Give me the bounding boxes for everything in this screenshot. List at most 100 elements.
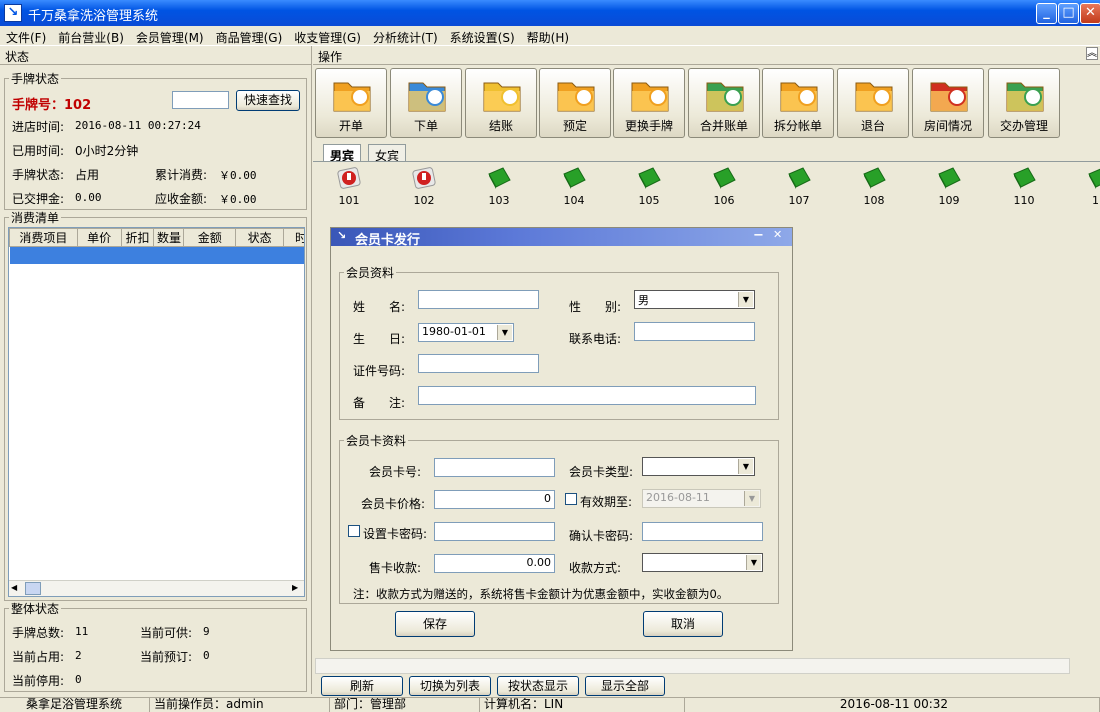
consume-table-grid: 消费项目 单价 折扣 数量 金额 状态 时	[9, 228, 304, 264]
tool-label: 拆分帐单	[773, 119, 822, 133]
dialog-title-bar[interactable]: ↘ 会员卡发行 − ✕	[331, 228, 792, 248]
tool-button-3[interactable]: 预定	[539, 68, 611, 138]
tab-male[interactable]: 男宾	[323, 144, 362, 163]
status-bar: 桑拿足浴管理系统 当前操作员：admin 部门：管理部 计算机名：LIN 201…	[0, 697, 1100, 712]
refresh-button[interactable]: 刷新	[321, 676, 403, 696]
show-by-status-button[interactable]: 按状态显示	[497, 676, 579, 696]
clock-order-icon	[405, 73, 449, 115]
room-number: 107	[788, 194, 810, 207]
tool-label: 交办管理	[999, 119, 1048, 133]
col-time[interactable]: 时	[283, 228, 304, 247]
col-amount[interactable]: 金额	[183, 228, 237, 247]
received-input[interactable]: 0.00	[434, 554, 555, 573]
menu-settings[interactable]: 系统设置(S)	[444, 26, 521, 45]
dialog-close-button[interactable]: ✕	[773, 228, 782, 241]
card-price-input[interactable]: 0	[434, 490, 555, 509]
menu-member[interactable]: 会员管理(M)	[130, 26, 210, 45]
room-102[interactable]: 102	[404, 166, 444, 207]
id-number-input[interactable]	[418, 354, 539, 373]
col-qty[interactable]: 数量	[153, 228, 185, 247]
menu-statistics[interactable]: 分析统计(T)	[367, 26, 444, 45]
chevron-down-icon[interactable]: ▼	[744, 491, 759, 506]
checkout-icon	[480, 73, 524, 115]
menu-help[interactable]: 帮助(H)	[521, 26, 575, 45]
card-no-input[interactable]	[434, 458, 555, 477]
status-computer: 计算机名：LIN	[480, 698, 685, 712]
table-row-selected[interactable]	[9, 246, 304, 264]
set-password-input[interactable]	[434, 522, 555, 541]
scroll-right-icon[interactable]: ▶	[292, 583, 298, 592]
free-tag-icon	[786, 166, 812, 190]
expiry-picker[interactable]: 2016-08-11 ▼	[642, 489, 761, 508]
tool-button-2[interactable]: 结账	[465, 68, 537, 138]
room-110[interactable]: 110	[1004, 166, 1044, 207]
cancel-button[interactable]: 取消	[643, 611, 723, 637]
tool-button-5[interactable]: 合并账单	[688, 68, 760, 138]
card-type-select[interactable]: ▼	[642, 457, 755, 476]
room-106[interactable]: 106	[704, 166, 744, 207]
chevron-down-icon[interactable]: ▼	[746, 555, 761, 570]
menu-goods[interactable]: 商品管理(G)	[210, 26, 289, 45]
maximize-button[interactable]: □	[1058, 3, 1079, 24]
quick-search-input[interactable]	[172, 91, 229, 109]
col-item[interactable]: 消费项目	[9, 228, 78, 247]
room-hscrollbar[interactable]	[315, 658, 1070, 674]
confirm-password-input[interactable]	[642, 522, 763, 541]
merge-bill-icon	[703, 73, 747, 115]
room-108[interactable]: 108	[854, 166, 894, 207]
col-discount[interactable]: 折扣	[120, 228, 155, 247]
tool-button-9[interactable]: 交办管理	[988, 68, 1060, 138]
tool-button-7[interactable]: 退台	[837, 68, 909, 138]
window-title: 千万桑拿洗浴管理系统	[28, 9, 159, 24]
overall-status-legend: 整体状态	[11, 602, 60, 616]
minimize-button[interactable]: _	[1036, 3, 1057, 24]
menu-file[interactable]: 文件(F)	[0, 26, 52, 45]
total-consume-label: 累计消费:	[155, 168, 208, 182]
app-icon: ↘	[4, 4, 22, 22]
tag-state-label: 手牌状态:	[12, 168, 65, 182]
name-input[interactable]	[418, 290, 539, 309]
expiry-checkbox[interactable]	[565, 493, 577, 505]
room-101[interactable]: 101	[329, 166, 369, 207]
tab-female[interactable]: 女宾	[368, 144, 407, 163]
dialog-minimize-button[interactable]: −	[753, 228, 764, 243]
reserved-label: 当前预订:	[140, 650, 193, 664]
switch-list-button[interactable]: 切换为列表	[409, 676, 491, 696]
close-button[interactable]: ✕	[1080, 3, 1100, 24]
room-104[interactable]: 104	[554, 166, 594, 207]
scroll-thumb[interactable]	[25, 582, 41, 595]
tool-button-4[interactable]: 更换手牌	[613, 68, 685, 138]
chevron-down-icon[interactable]: ▼	[738, 459, 753, 474]
tool-button-8[interactable]: 房间情况	[912, 68, 984, 138]
show-all-button[interactable]: 显示全部	[585, 676, 665, 696]
set-password-checkbox[interactable]	[348, 525, 360, 537]
room-11[interactable]: 11	[1079, 166, 1100, 207]
quick-search-button[interactable]: 快速查找	[236, 90, 300, 111]
tool-label: 开单	[338, 119, 363, 133]
collapse-icon[interactable]: ︽	[1086, 47, 1098, 60]
save-button[interactable]: 保存	[395, 611, 475, 637]
phone-input[interactable]	[634, 322, 755, 341]
room-109[interactable]: 109	[929, 166, 969, 207]
col-state[interactable]: 状态	[235, 228, 285, 247]
menu-finance[interactable]: 收支管理(G)	[288, 26, 367, 45]
pay-method-select[interactable]: ▼	[642, 553, 763, 572]
room-103[interactable]: 103	[479, 166, 519, 207]
col-price[interactable]: 单价	[76, 228, 122, 247]
gender-select[interactable]: 男 ▼	[634, 290, 755, 309]
scroll-left-icon[interactable]: ◀	[11, 583, 17, 592]
card-info-legend: 会员卡资料	[346, 434, 407, 448]
consume-hscrollbar[interactable]: ◀ ▶	[9, 580, 304, 596]
chevron-down-icon[interactable]: ▼	[497, 325, 512, 340]
note-input[interactable]	[418, 386, 756, 405]
tag-state-value: 占用	[75, 168, 100, 182]
chevron-down-icon[interactable]: ▼	[738, 292, 753, 307]
tool-button-1[interactable]: 下单	[390, 68, 462, 138]
birthday-picker[interactable]: 1980-01-01 ▼	[418, 323, 514, 342]
room-107[interactable]: 107	[779, 166, 819, 207]
tool-button-6[interactable]: 拆分帐单	[762, 68, 834, 138]
gender-value: 男	[638, 294, 649, 307]
room-105[interactable]: 105	[629, 166, 669, 207]
menu-front-desk[interactable]: 前台营业(B)	[52, 26, 130, 45]
tool-button-0[interactable]: 开单	[315, 68, 387, 138]
